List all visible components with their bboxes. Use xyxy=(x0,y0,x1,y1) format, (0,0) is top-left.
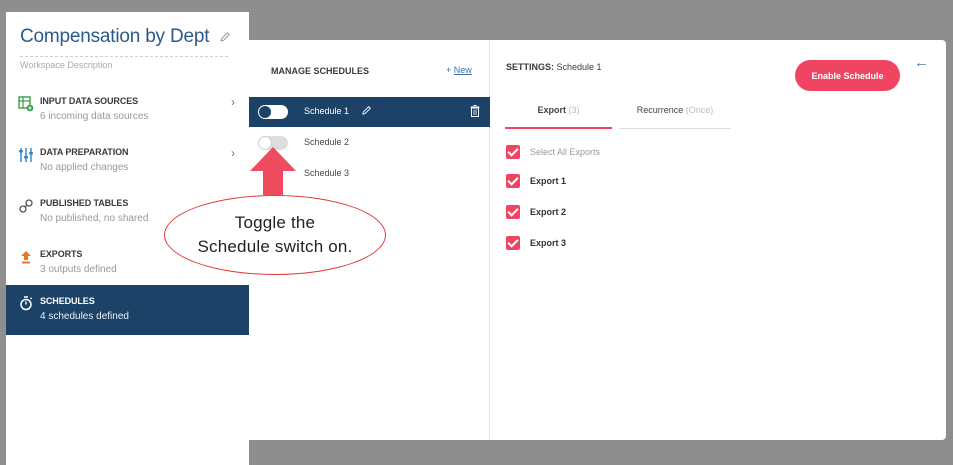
workspace-description[interactable]: Workspace Description xyxy=(20,60,112,70)
select-all-exports-checkbox[interactable] xyxy=(506,145,520,159)
chevron-right-icon: › xyxy=(231,95,235,109)
rename-pencil-icon[interactable] xyxy=(361,105,372,116)
export-3-checkbox-row[interactable]: Export 3 xyxy=(506,235,566,251)
tab-recurrence[interactable]: Recurrence (Once) xyxy=(619,105,731,129)
edit-pencil-icon[interactable] xyxy=(219,31,231,43)
tutorial-callout: Toggle the Schedule switch on. xyxy=(164,195,386,275)
tab-recurrence-count: (Once) xyxy=(685,105,714,115)
back-arrow-icon[interactable]: ← xyxy=(914,54,929,71)
plus-icon: + xyxy=(446,65,452,75)
settings-title: SETTINGS: Schedule 1 xyxy=(506,62,602,72)
checkbox-label: Export 1 xyxy=(530,176,567,186)
stopwatch-icon xyxy=(20,296,33,311)
sidebar-item-label: SCHEDULES xyxy=(40,296,95,306)
schedule-row-1[interactable]: Schedule 1 xyxy=(249,97,490,127)
sliders-icon xyxy=(19,148,33,162)
schedule-name: Schedule 3 xyxy=(304,168,350,178)
sidebar-item-label: EXPORTS xyxy=(40,249,83,259)
sidebar-item-schedules[interactable]: SCHEDULES 4 schedules defined xyxy=(6,285,249,335)
export-2-checkbox[interactable] xyxy=(506,205,520,219)
chevron-right-icon: › xyxy=(231,146,235,160)
callout-line-1: Toggle the xyxy=(234,213,316,232)
export-2-checkbox-row[interactable]: Export 2 xyxy=(506,204,566,220)
schedule-name: Schedule 1 xyxy=(304,106,350,116)
workspace-title-underline xyxy=(20,56,228,57)
checkbox-label: Export 3 xyxy=(530,238,567,248)
tutorial-arrow-up-icon xyxy=(250,147,296,195)
sidebar-item-label: INPUT DATA SOURCES xyxy=(40,96,139,106)
sidebar-item-subtitle: 6 incoming data sources xyxy=(40,111,149,122)
settings-title-value: Schedule 1 xyxy=(556,62,602,72)
manage-schedules-title: MANAGE SCHEDULES xyxy=(271,66,370,76)
checkbox-label: Select All Exports xyxy=(530,147,601,157)
tab-export-count: (3) xyxy=(568,105,580,115)
tab-recurrence-label: Recurrence xyxy=(636,105,684,115)
tab-export-label: Export xyxy=(537,105,566,115)
toggle-knob xyxy=(259,106,271,118)
export-arrow-up-icon xyxy=(21,251,31,264)
sidebar-item-label: DATA PREPARATION xyxy=(40,147,129,157)
checkbox-label: Export 2 xyxy=(530,207,567,217)
sidebar-item-subtitle: 4 schedules defined xyxy=(40,311,129,322)
sidebar-item-input-data-sources[interactable]: INPUT DATA SOURCES 6 incoming data sourc… xyxy=(6,92,249,142)
sidebar-item-subtitle: No applied changes xyxy=(40,162,129,173)
enable-schedule-button[interactable]: Enable Schedule xyxy=(795,60,900,91)
export-1-checkbox[interactable] xyxy=(506,174,520,188)
new-schedule-label: New xyxy=(453,65,472,75)
sidebar-item-subtitle: No published, no shared xyxy=(40,213,149,224)
sidebar-item-data-preparation[interactable]: DATA PREPARATION No applied changes › xyxy=(6,143,249,193)
settings-title-prefix: SETTINGS: xyxy=(506,62,555,72)
tab-export[interactable]: Export (3) xyxy=(505,105,612,129)
trash-icon[interactable] xyxy=(470,105,480,117)
callout-line-2: Schedule switch on. xyxy=(197,237,353,256)
sidebar-item-label: PUBLISHED TABLES xyxy=(40,198,129,208)
export-1-checkbox-row[interactable]: Export 1 xyxy=(506,173,566,189)
export-3-checkbox[interactable] xyxy=(506,236,520,250)
table-plus-icon xyxy=(18,96,34,112)
select-all-exports-checkbox-row[interactable]: Select All Exports xyxy=(506,144,600,160)
link-icon xyxy=(19,199,33,213)
workspace-title: Compensation by Dept xyxy=(20,26,210,47)
workspace-title-row: Compensation by Dept xyxy=(20,26,231,48)
schedule-name: Schedule 2 xyxy=(304,137,350,147)
schedule-1-toggle[interactable] xyxy=(258,105,288,119)
new-schedule-link[interactable]: + New xyxy=(446,65,472,75)
sidebar-item-subtitle: 3 outputs defined xyxy=(40,264,117,275)
